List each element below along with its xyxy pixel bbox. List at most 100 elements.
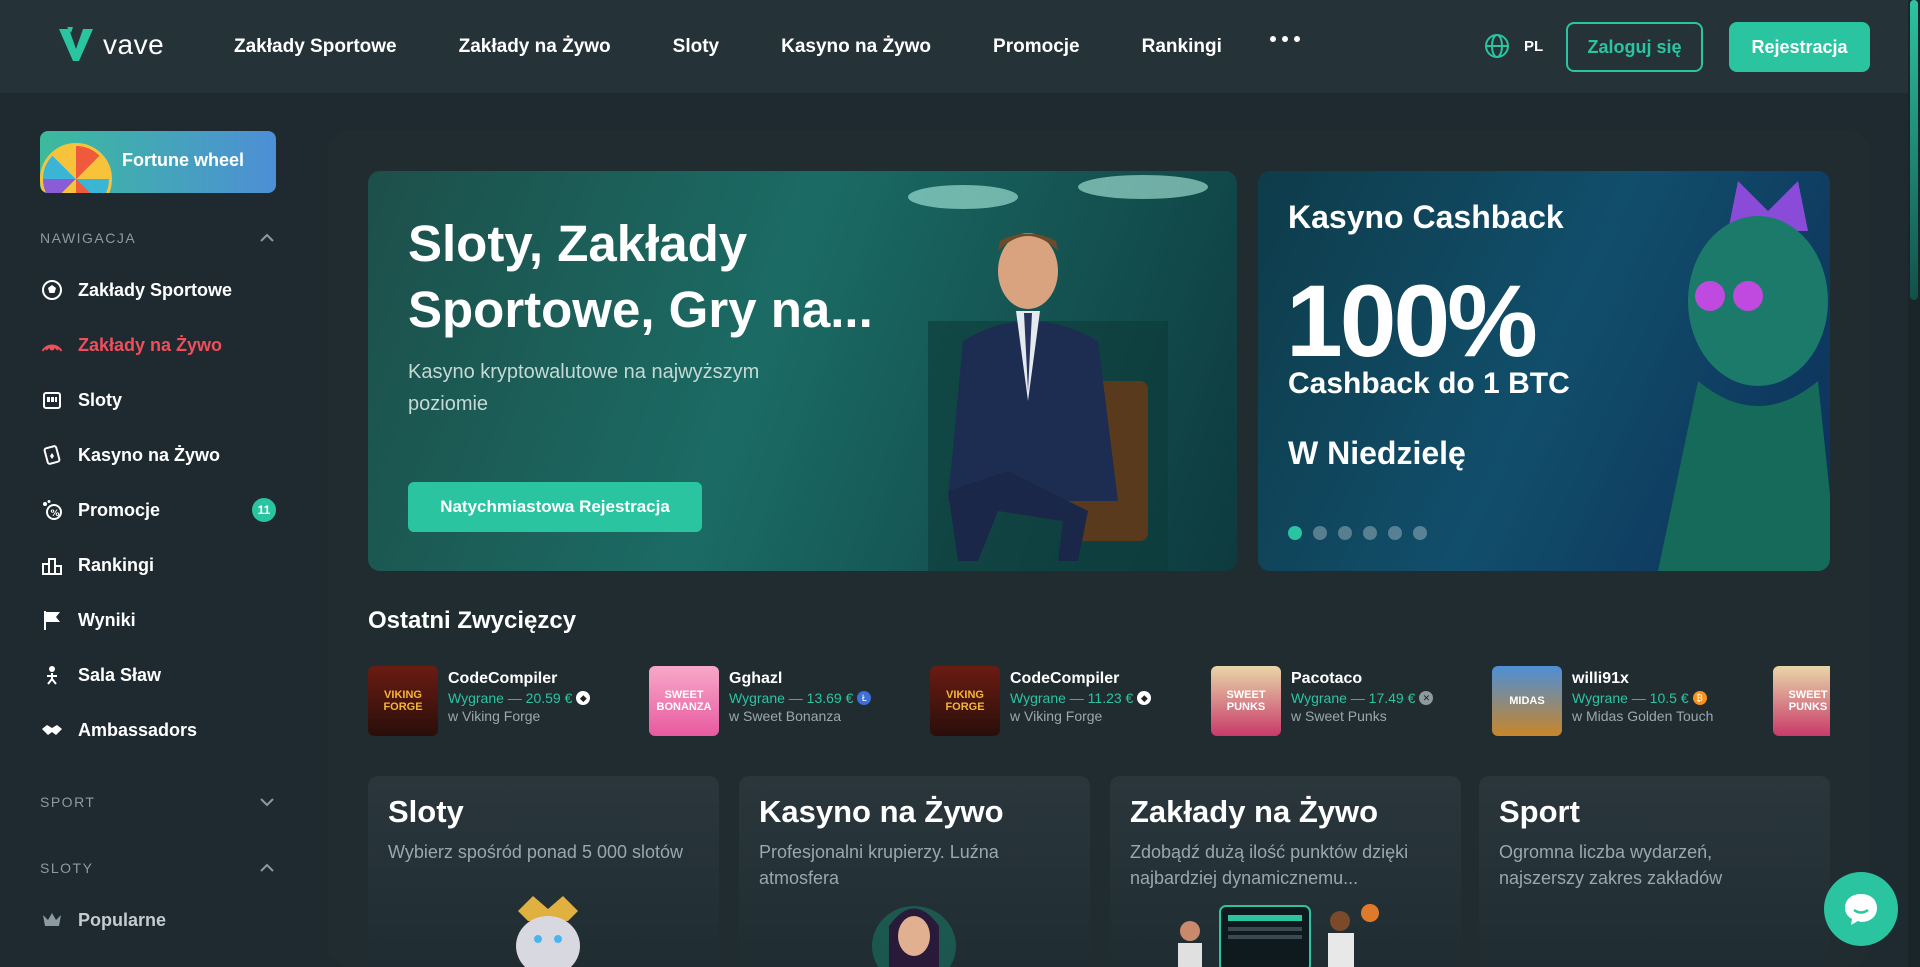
game-thumbnail: SWEET PUNKS — [1211, 666, 1281, 736]
category-card-kasyno-na-zywo[interactable]: Kasyno na Żywo Profesjonalni krupierzy. … — [739, 776, 1090, 967]
recent-winners-list: VIKING FORGE CodeCompiler Wygrane — 20.5… — [368, 666, 1830, 736]
sidebar-item-sloty[interactable]: Sloty — [40, 388, 276, 412]
promo-title: Kasyno Cashback — [1288, 199, 1564, 235]
sidebar-item-zaklady-na-zywo[interactable]: Zakłady na Żywo — [40, 333, 276, 357]
nav-rankingi[interactable]: Rankingi — [1142, 36, 1222, 58]
flag-icon — [40, 608, 64, 632]
sidebar-item-label: Ambassadors — [78, 719, 198, 740]
sidebar-item-ambassadors[interactable]: Ambassadors — [40, 718, 276, 742]
nav-zaklady-sportowe[interactable]: Zakłady Sportowe — [234, 36, 397, 58]
card-title: Sloty — [388, 794, 464, 829]
winner-name: CodeCompiler — [1010, 670, 1120, 687]
sidebar-item-label: Sala Sław — [78, 664, 162, 685]
statue-image — [1658, 181, 1830, 571]
winner-name: Pacotaco — [1291, 670, 1363, 687]
category-card-sloty[interactable]: Sloty Wybierz spośród ponad 5 000 slotów — [368, 776, 719, 967]
category-card-sport[interactable]: Sport Ogromna liczba wydarzeń, najszersz… — [1479, 776, 1830, 967]
promo-cashback-line: Cashback do 1 BTC — [1288, 367, 1570, 400]
sidebar-item-kasyno-na-zywo[interactable]: Kasyno na Żywo — [40, 443, 276, 467]
carousel-dots — [1288, 526, 1427, 540]
sidebar-item-label: Popularne — [78, 909, 167, 930]
sidebar-item-zaklady-sportowe[interactable]: Zakłady Sportowe — [40, 278, 276, 302]
sloty-section-title: SLOTY — [40, 860, 94, 876]
winner-amount: Wygrane — 10.5 € — [1572, 690, 1689, 706]
hero-banner[interactable]: Sloty, Zakłady Sportowe, Gry na... Kasyn… — [368, 171, 1237, 571]
carousel-dot[interactable] — [1338, 526, 1352, 540]
winner-item[interactable]: SWEET PUNKS — [1773, 666, 1830, 736]
winner-game: w Viking Forge — [448, 708, 541, 724]
sidebar-item-promocje[interactable]: % Promocje 11 — [40, 498, 276, 522]
login-button[interactable]: Zaloguj się — [1566, 22, 1703, 72]
winner-item[interactable]: MIDAS willi91x Wygrane — 10.5 € ₿ w Midas… — [1492, 666, 1713, 736]
game-thumbnail: SWEET BONANZA — [649, 666, 719, 736]
card-title: Sport — [1499, 794, 1580, 829]
cashback-promo-banner[interactable]: Kasyno Cashback 100% Cashback do 1 BTC W… — [1258, 171, 1830, 571]
sidebar-item-sala-slaw[interactable]: Sala Sław — [40, 663, 276, 687]
sidebar-item-popularne[interactable]: Popularne — [40, 908, 276, 932]
nav-zaklady-na-zywo[interactable]: Zakłady na Żywo — [459, 36, 611, 58]
sidebar-item-wyniki[interactable]: Wyniki — [40, 608, 276, 632]
cards-icon — [40, 443, 64, 467]
fortune-wheel-button[interactable]: Fortune wheel — [40, 131, 276, 193]
carousel-dot[interactable] — [1288, 526, 1302, 540]
vave-logo[interactable]: vave — [57, 27, 164, 63]
nav-section-title: NAWIGACJA — [40, 230, 137, 246]
carousel-dot[interactable] — [1388, 526, 1402, 540]
winner-amount: Wygrane — 17.49 € — [1291, 690, 1416, 706]
winner-amount: Wygrane — 13.69 € — [729, 690, 854, 706]
winner-name: CodeCompiler — [448, 670, 558, 687]
logo-text: vave — [103, 29, 165, 60]
card-title: Kasyno na Żywo — [759, 794, 1004, 829]
game-thumbnail: MIDAS — [1492, 666, 1562, 736]
eth-coin-icon: ◆ — [576, 691, 591, 705]
carousel-dot[interactable] — [1413, 526, 1427, 540]
scrollbar-thumb[interactable] — [1910, 0, 1918, 300]
nav-sloty[interactable]: Sloty — [673, 36, 719, 58]
carousel-dot[interactable] — [1363, 526, 1377, 540]
sidebar-item-label: Zakłady na Żywo — [78, 334, 223, 355]
card-description: Wybierz spośród ponad 5 000 slotów — [388, 842, 684, 862]
sport-section-title: SPORT — [40, 794, 96, 810]
category-card-zaklady-na-zywo[interactable]: Zakłady na Żywo Zdobądź dużą ilość punkt… — [1110, 776, 1461, 967]
sidebar-item-label: Wyniki — [78, 609, 136, 630]
chat-bubble-icon — [1845, 894, 1877, 925]
winner-item[interactable]: SWEET BONANZA Gghazl Wygrane — 13.69 € Ł … — [649, 666, 872, 736]
crown-icon — [40, 908, 64, 932]
chevron-up-icon[interactable] — [260, 231, 274, 245]
carousel-dot[interactable] — [1313, 526, 1327, 540]
more-menu-icon[interactable] — [1270, 36, 1300, 42]
fortune-wheel-label: Fortune wheel — [122, 150, 245, 170]
live-chat-button[interactable] — [1824, 872, 1898, 946]
nav-promocje[interactable]: Promocje — [993, 36, 1080, 58]
ranking-icon — [40, 553, 64, 577]
svg-text:%: % — [51, 509, 60, 519]
recent-winners-title: Ostatni Zwycięzcy — [368, 607, 577, 634]
winner-amount: Wygrane — 20.59 € — [448, 690, 573, 706]
game-thumbnail: SWEET PUNKS — [1773, 666, 1830, 736]
winner-game: w Midas Golden Touch — [1572, 708, 1714, 724]
card-description: Profesjonalni krupierzy. Luźna atmosfera — [759, 842, 999, 888]
hero-subtitle: Kasyno kryptowalutowe na najwyższym pozi… — [408, 361, 760, 415]
winner-item[interactable]: SWEET PUNKS Pacotaco Wygrane — 17.49 € ✕ … — [1211, 666, 1434, 736]
hero-title: Sloty, Zakłady Sportowe, Gry na... — [408, 215, 873, 338]
chevron-up-icon[interactable] — [260, 861, 274, 875]
winner-amount: Wygrane — 11.23 € — [1010, 690, 1134, 706]
sidebar-item-label: Kasyno na Żywo — [78, 444, 221, 465]
chevron-down-icon[interactable] — [260, 795, 274, 809]
register-button[interactable]: Rejestracja — [1729, 22, 1870, 72]
card-title: Zakłady na Żywo — [1130, 794, 1379, 829]
btc-coin-icon: ₿ — [1692, 691, 1707, 705]
sidebar-item-label: Rankingi — [78, 554, 155, 575]
ltc-coin-icon: Ł — [857, 691, 872, 705]
winner-item[interactable]: VIKING FORGE CodeCompiler Wygrane — 11.2… — [930, 666, 1152, 736]
winner-game: w Sweet Bonanza — [729, 708, 842, 724]
live-signal-icon — [40, 333, 64, 357]
nav-kasyno-na-zywo[interactable]: Kasyno na Żywo — [781, 36, 931, 58]
page-scrollbar[interactable] — [1908, 0, 1920, 967]
hall-of-fame-icon — [40, 663, 64, 687]
eth-coin-icon: ◆ — [1137, 691, 1152, 705]
language-selector[interactable]: PL — [1484, 33, 1543, 59]
winner-item[interactable]: VIKING FORGE CodeCompiler Wygrane — 20.5… — [368, 666, 591, 736]
sidebar-item-rankingi[interactable]: Rankingi — [40, 553, 276, 577]
instant-register-button[interactable]: Natychmiastowa Rejestracja — [408, 482, 702, 532]
